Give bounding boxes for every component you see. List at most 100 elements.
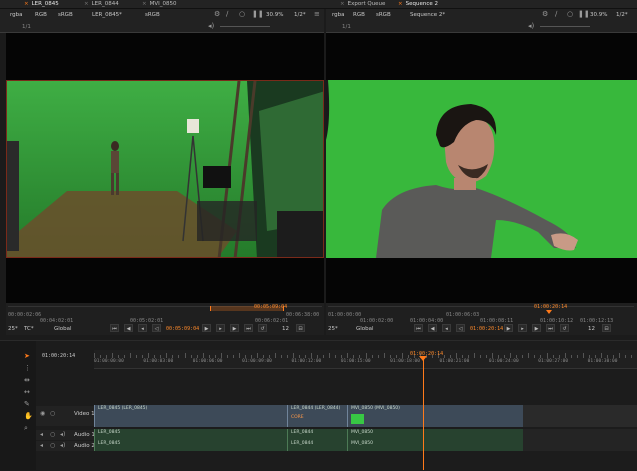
tab-ler-0845[interactable]: × LER_0845 (18, 0, 65, 8)
right-fps-display[interactable]: 25* (328, 326, 338, 332)
solo-icon[interactable]: ○ (50, 442, 55, 450)
sequence-select[interactable]: Sequence 2* (410, 12, 445, 18)
tab-sequence-2[interactable]: × Sequence 2 (392, 0, 444, 8)
split-tool-icon[interactable]: ⋮ (24, 364, 31, 372)
right-scope-select[interactable]: Global (356, 326, 374, 332)
pen-tool-icon[interactable]: ✎ (24, 400, 30, 408)
ruler-tick (468, 355, 470, 358)
gear-icon[interactable]: ⚙ (214, 10, 220, 18)
video-clip-ler-0844[interactable]: LER_0844 (LER_0844) CORE (287, 405, 347, 427)
tab-ler-0844[interactable]: × LER_0844 (78, 0, 125, 8)
audio-1-clip-ler-0845[interactable]: LER_0845 (94, 429, 287, 440)
right-playhead-marker[interactable] (546, 310, 552, 314)
right-frame-step[interactable]: 12 (588, 326, 595, 332)
play-reverse-button[interactable]: ◁ (456, 324, 465, 332)
skip-end-button[interactable]: ⏭ (546, 324, 555, 332)
ruler-tick (492, 353, 494, 358)
step-back-button[interactable]: ◀ (124, 324, 133, 332)
options-button[interactable]: ⊟ (296, 324, 305, 332)
prev-frame-button[interactable]: ◂ (138, 324, 147, 332)
zoom-select[interactable]: 30.9% (590, 12, 607, 18)
colorspace-select[interactable]: RGB (353, 12, 365, 18)
pencil-icon[interactable]: ∕ (555, 10, 557, 18)
left-fps-display[interactable]: 25* (8, 326, 18, 332)
loop-button[interactable]: ↺ (560, 324, 569, 332)
clip-select[interactable]: LER_0845* (92, 12, 122, 18)
next-frame-button[interactable]: ▸ (518, 324, 527, 332)
close-icon[interactable]: × (84, 1, 89, 7)
pencil-icon[interactable]: ∕ (226, 10, 228, 18)
loop-button[interactable]: ↺ (258, 324, 267, 332)
audio-1-clip-mvi-0850[interactable]: MVI_0850 (347, 429, 523, 440)
circle-icon[interactable]: ○ (567, 10, 573, 18)
play-button[interactable]: ▶ (504, 324, 513, 332)
gamma-select[interactable]: sRGB (145, 12, 160, 18)
step-back-button[interactable]: ◀ (428, 324, 437, 332)
volume-icon[interactable]: ◂) (528, 22, 534, 30)
timeline-current-timecode[interactable]: 01:00:20:14 (42, 353, 75, 359)
mute-icon[interactable]: ◂ (40, 431, 43, 439)
colorspace-select-2[interactable]: sRGB (376, 12, 391, 18)
lock-icon[interactable]: ○ (50, 410, 55, 418)
left-current-timecode[interactable]: 00:05:09:04 (166, 326, 199, 332)
right-scrubber[interactable] (328, 306, 634, 313)
next-frame-button[interactable]: ▸ (216, 324, 225, 332)
close-icon[interactable]: × (24, 1, 29, 7)
speaker-icon[interactable]: ◂) (60, 442, 65, 450)
play-button[interactable]: ▶ (202, 324, 211, 332)
right-current-timecode[interactable]: 01:00:20:14 (470, 326, 503, 332)
trim-tool-icon[interactable]: ⇹ (24, 376, 30, 384)
slip-tool-icon[interactable]: ↔ (24, 388, 30, 396)
zoom-select[interactable]: 30.9% (266, 12, 283, 18)
pause-icon[interactable]: ❚❚ (252, 10, 264, 18)
channel-select[interactable]: rgba (10, 12, 23, 18)
colorspace-select[interactable]: RGB (35, 12, 47, 18)
tab-export-queue[interactable]: × Export Queue (334, 0, 391, 8)
volume-icon[interactable]: ◂) (208, 22, 214, 30)
hand-tool-icon[interactable]: ✋ (24, 412, 33, 420)
audio-1-clip-ler-0844[interactable]: LER_0844 (287, 429, 347, 440)
right-viewer-frame[interactable] (326, 80, 637, 258)
tab-mvi-0850[interactable]: × MVI_0850 (136, 0, 183, 8)
skip-end-button[interactable]: ⏭ (244, 324, 253, 332)
skip-start-button[interactable]: ⏮ (110, 324, 119, 332)
solo-icon[interactable]: ○ (50, 431, 55, 439)
audio-2-clip-ler-0845[interactable]: LER_0845 (94, 440, 287, 451)
close-icon[interactable]: × (142, 1, 147, 7)
left-viewer-frame[interactable] (6, 80, 324, 258)
prev-frame-button[interactable]: ◂ (442, 324, 451, 332)
fps-select[interactable]: 1/2* (616, 12, 628, 18)
left-scope-select[interactable]: Global (54, 326, 72, 332)
step-forward-button[interactable]: ▶ (532, 324, 541, 332)
select-tool-icon[interactable]: ➤ (24, 352, 30, 360)
volume-slider[interactable] (220, 26, 270, 27)
options-button[interactable]: ⊟ (602, 324, 611, 332)
audio-2-clip-ler-0844[interactable]: LER_0844 (287, 440, 347, 451)
skip-start-button[interactable]: ⏮ (414, 324, 423, 332)
left-frame-step[interactable]: 12 (282, 326, 289, 332)
video-clip-mvi-0850[interactable]: MVI_0850 (MVI_0850) (347, 405, 523, 427)
ruler-tick (136, 355, 138, 358)
eye-icon[interactable]: ◉ (40, 410, 45, 418)
audio-2-clip-mvi-0850[interactable]: MVI_0850 (347, 440, 523, 451)
menu-icon[interactable]: ≡ (314, 10, 320, 18)
colorspace-select-2[interactable]: sRGB (58, 12, 73, 18)
step-forward-button[interactable]: ▶ (230, 324, 239, 332)
pause-icon[interactable]: ❚❚ (578, 10, 590, 18)
play-reverse-button[interactable]: ◁ (152, 324, 161, 332)
circle-icon[interactable]: ○ (239, 10, 245, 18)
volume-slider[interactable] (540, 26, 590, 27)
left-tc-mode[interactable]: TC* (24, 326, 34, 332)
gear-icon[interactable]: ⚙ (542, 10, 548, 18)
close-icon[interactable]: × (340, 1, 345, 7)
video-clip-ler-0845[interactable]: LER_0845 (LER_0845) (94, 405, 287, 427)
channel-select[interactable]: rgba (332, 12, 345, 18)
mute-icon[interactable]: ◂ (40, 442, 43, 450)
ruler-label: 01:00:24:00 (488, 359, 519, 364)
close-icon[interactable]: × (398, 1, 403, 7)
zoom-tool-icon[interactable]: ⌕ (24, 424, 28, 432)
playhead-handle[interactable] (419, 356, 427, 361)
fps-select[interactable]: 1/2* (294, 12, 306, 18)
speaker-icon[interactable]: ◂) (60, 431, 65, 439)
timeline-playhead[interactable] (423, 358, 424, 470)
